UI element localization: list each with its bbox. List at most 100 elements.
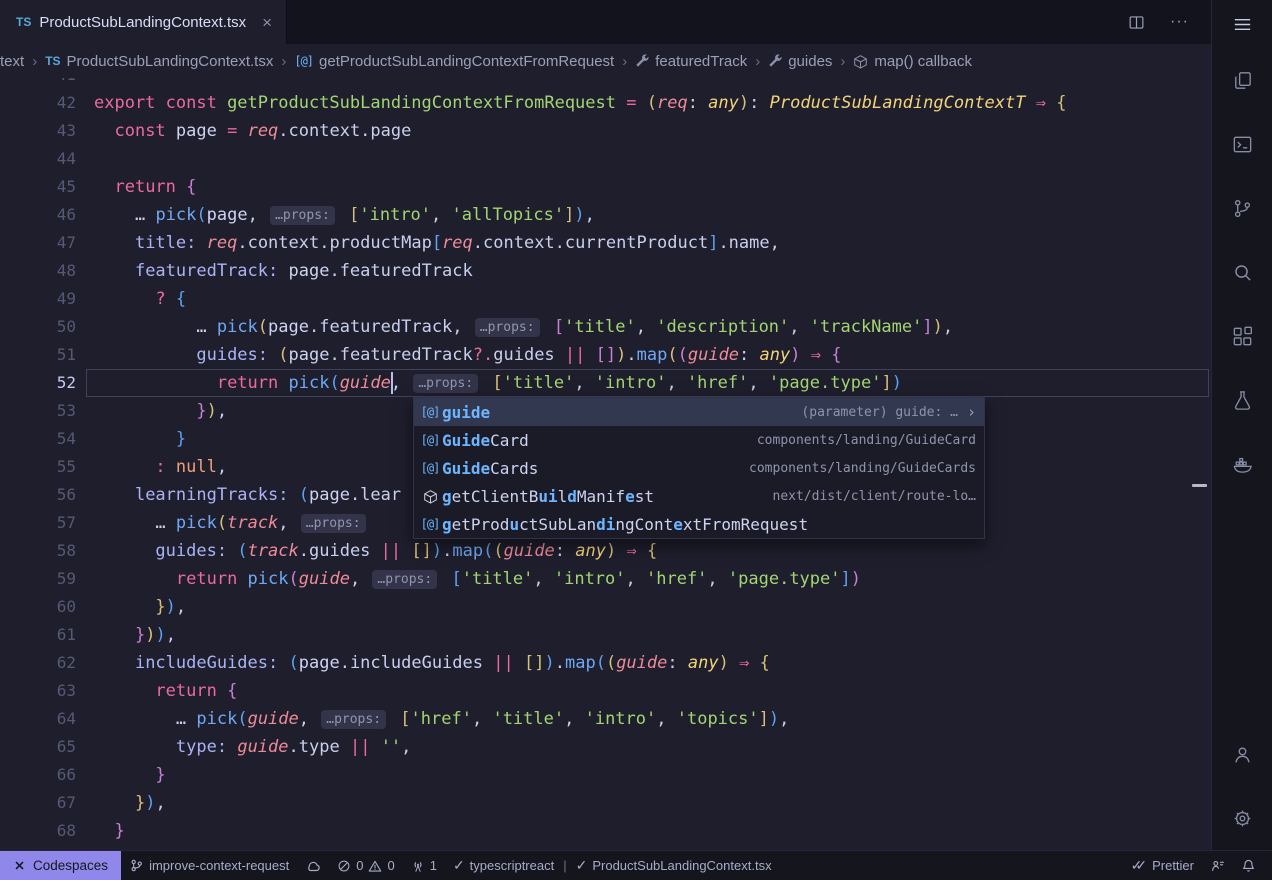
breadcrumb-folder[interactable]: text — [0, 53, 24, 70]
code-line-42[interactable]: 42export const getProductSubLandingConte… — [0, 89, 1211, 117]
line-number[interactable]: 63 — [0, 677, 88, 705]
line-number[interactable]: 48 — [0, 257, 88, 285]
problems-status[interactable]: 0 0 — [329, 851, 402, 880]
code-line-48[interactable]: 48 featuredTrack: page.featuredTrack — [0, 257, 1211, 285]
editor[interactable]: 4142export const getProductSubLandingCon… — [0, 78, 1211, 850]
code-line-58[interactable]: 58 guides: (track.guides || []).map((gui… — [0, 537, 1211, 565]
line-number[interactable]: 51 — [0, 341, 88, 369]
line-number[interactable]: 56 — [0, 481, 88, 509]
code-line-64[interactable]: 64 … pick(guide, …props: ['href', 'title… — [0, 705, 1211, 733]
breadcrumb-map-callback[interactable]: map() callback — [853, 53, 972, 70]
code-line-43[interactable]: 43 const page = req.context.page — [0, 117, 1211, 145]
line-number[interactable]: 42 — [0, 89, 88, 117]
line-number[interactable]: 41 — [0, 78, 88, 89]
code-line-51[interactable]: 51 guides: (page.featuredTrack?.guides |… — [0, 341, 1211, 369]
double-check-icon: ✓✓ — [1131, 857, 1147, 874]
inlay-hint-props: …props: — [372, 570, 437, 589]
chevron-right-icon[interactable]: › — [967, 403, 976, 421]
code-line-52[interactable]: 52 return pick(guide, …props: ['title', … — [0, 369, 1211, 397]
line-number[interactable]: 55 — [0, 453, 88, 481]
tab-productsublandingcontext[interactable]: TS ProductSubLandingContext.tsx × — [0, 0, 287, 44]
suggestion-detail: next/dist/client/route-lo… — [773, 489, 977, 504]
breadcrumb-file[interactable]: TS ProductSubLandingContext.tsx — [45, 53, 273, 70]
feedback-button[interactable] — [1202, 851, 1233, 880]
line-number[interactable]: 68 — [0, 817, 88, 845]
code-line-45[interactable]: 45 return { — [0, 173, 1211, 201]
line-number[interactable]: 49 — [0, 285, 88, 313]
copy-pages-button[interactable] — [1212, 48, 1272, 112]
line-number[interactable]: 61 — [0, 621, 88, 649]
line-number[interactable]: 67 — [0, 789, 88, 817]
line-number[interactable]: 58 — [0, 537, 88, 565]
search-button[interactable] — [1212, 240, 1272, 304]
extensions-button[interactable] — [1212, 304, 1272, 368]
menu-button[interactable] — [1212, 0, 1272, 48]
line-number[interactable]: 69 — [0, 845, 88, 850]
line-number[interactable]: 46 — [0, 201, 88, 229]
ports-status[interactable]: 1 — [403, 851, 445, 880]
suggestion-guide[interactable]: [@]guide(parameter) guide: …› — [414, 398, 984, 426]
code-line-63[interactable]: 63 return { — [0, 677, 1211, 705]
line-number[interactable]: 47 — [0, 229, 88, 257]
code-line-50[interactable]: 50 … pick(page.featuredTrack, …props: ['… — [0, 313, 1211, 341]
remote-indicator[interactable]: Codespaces — [0, 851, 121, 880]
settings-button[interactable] — [1212, 786, 1272, 850]
code-line-44[interactable]: 44 — [0, 145, 1211, 173]
line-number[interactable]: 62 — [0, 649, 88, 677]
suggestion-GuideCard[interactable]: [@]GuideCardcomponents/landing/GuideCard — [414, 426, 984, 454]
more-actions-icon[interactable]: ··· — [1170, 13, 1189, 31]
line-number[interactable]: 57 — [0, 509, 88, 537]
suggestion-label: GuideCard — [442, 431, 529, 450]
source-control-button[interactable] — [1212, 176, 1272, 240]
beaker-icon — [1231, 389, 1254, 412]
line-number[interactable]: 64 — [0, 705, 88, 733]
code-line-65[interactable]: 65 type: guide.type || '', — [0, 733, 1211, 761]
code-line-59[interactable]: 59 return pick(guide, …props: ['title', … — [0, 565, 1211, 593]
suggestion-GuideCards[interactable]: [@]GuideCardscomponents/landing/GuideCar… — [414, 454, 984, 482]
line-number[interactable]: 45 — [0, 173, 88, 201]
code-text — [88, 78, 1211, 89]
sync-status[interactable] — [297, 851, 329, 880]
scrollbar-marker[interactable] — [1192, 484, 1207, 487]
accounts-button[interactable] — [1212, 722, 1272, 786]
language-status[interactable]: ✓ typescriptreact — [445, 851, 562, 880]
code-line-60[interactable]: 60 }), — [0, 593, 1211, 621]
docker-button[interactable] — [1212, 432, 1272, 496]
terminal-button[interactable] — [1212, 112, 1272, 176]
suggestion-getClientBuildManifest[interactable]: getClientBuildManifestnext/dist/client/r… — [414, 482, 984, 510]
code-line-66[interactable]: 66 } — [0, 761, 1211, 789]
line-number[interactable]: 43 — [0, 117, 88, 145]
breadcrumb-guides[interactable]: guides — [768, 53, 832, 70]
formatter-status[interactable]: ✓✓ Prettier — [1123, 851, 1202, 880]
line-number[interactable]: 59 — [0, 565, 88, 593]
line-number[interactable]: 44 — [0, 145, 88, 173]
line-number[interactable]: 66 — [0, 761, 88, 789]
line-number[interactable]: 65 — [0, 733, 88, 761]
close-icon[interactable]: × — [262, 14, 272, 31]
code-line-49[interactable]: 49 ? { — [0, 285, 1211, 313]
line-number[interactable]: 52 — [0, 369, 88, 397]
text-cursor — [391, 372, 393, 394]
split-editor-icon[interactable] — [1127, 13, 1146, 32]
code-line-61[interactable]: 61 })), — [0, 621, 1211, 649]
line-number[interactable]: 54 — [0, 425, 88, 453]
error-count: 0 — [356, 858, 363, 873]
breadcrumb-featuredtrack[interactable]: featuredTrack — [635, 53, 747, 70]
code-line-62[interactable]: 62 includeGuides: (page.includeGuides ||… — [0, 649, 1211, 677]
code-line-47[interactable]: 47 title: req.context.productMap[req.con… — [0, 229, 1211, 257]
line-number[interactable]: 53 — [0, 397, 88, 425]
suggestion-getProductSubLandingContextFromRequest[interactable]: [@]getProductSubLandingContextFromReques… — [414, 510, 984, 538]
code-line-67[interactable]: 67 }), — [0, 789, 1211, 817]
breadcrumb-label: getProductSubLandingContextFromRequest — [319, 53, 614, 70]
breadcrumb-symbol-function[interactable]: [@] getProductSubLandingContextFromReque… — [294, 53, 614, 70]
code-line-46[interactable]: 46 … pick(page, …props: ['intro', 'allTo… — [0, 201, 1211, 229]
line-number[interactable]: 50 — [0, 313, 88, 341]
testing-button[interactable] — [1212, 368, 1272, 432]
code-line-68[interactable]: 68 } — [0, 817, 1211, 845]
file-status[interactable]: ✓ ProductSubLandingContext.tsx — [568, 851, 780, 880]
branch-status[interactable]: improve-context-request — [121, 851, 297, 880]
code-line-41[interactable]: 41 — [0, 78, 1211, 89]
notifications-button[interactable] — [1233, 851, 1264, 880]
code-line-69[interactable]: 69} — [0, 845, 1211, 850]
line-number[interactable]: 60 — [0, 593, 88, 621]
